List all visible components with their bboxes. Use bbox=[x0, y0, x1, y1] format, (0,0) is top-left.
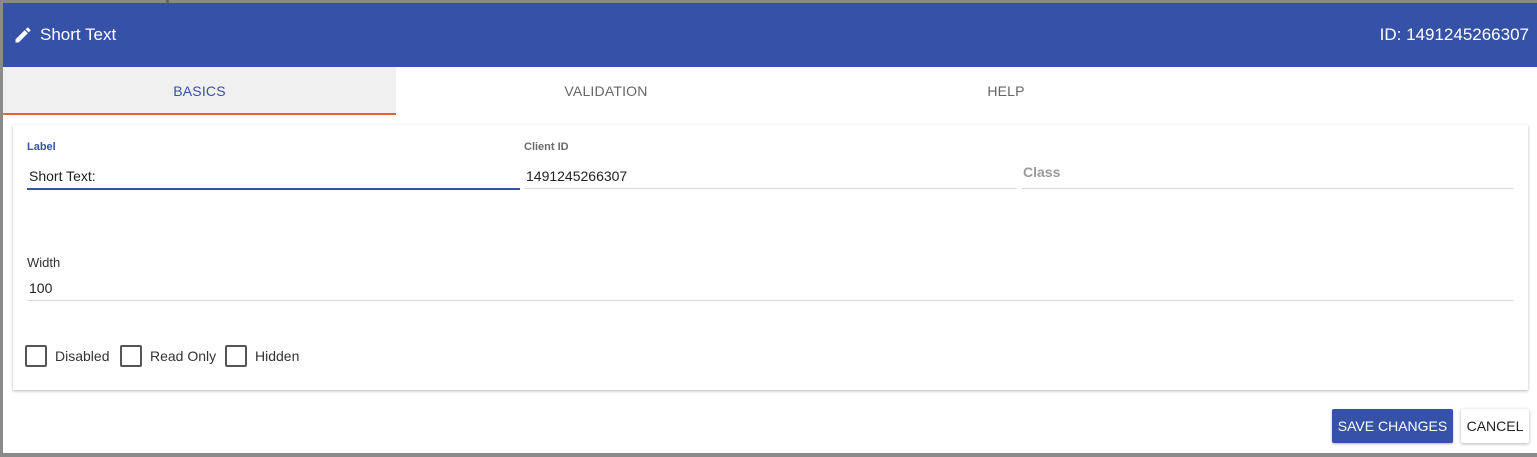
width-input[interactable] bbox=[27, 277, 1514, 299]
tab-basics[interactable]: BASICS bbox=[3, 67, 396, 115]
hidden-label: Hidden bbox=[255, 348, 300, 364]
save-changes-button[interactable]: SAVE CHANGES bbox=[1332, 409, 1453, 443]
checkbox-box[interactable] bbox=[25, 345, 47, 367]
tab-validation[interactable]: VALIDATION bbox=[396, 67, 816, 115]
tab-help[interactable]: HELP bbox=[816, 67, 1196, 115]
width-field: Width bbox=[27, 253, 1514, 303]
field-settings-dialog: Short Text ID: 1491245266307 BASICS VALI… bbox=[3, 3, 1537, 453]
element-id-label: ID: 1491245266307 bbox=[1379, 25, 1529, 44]
width-underline bbox=[27, 300, 1514, 301]
label-field: Label bbox=[27, 139, 520, 191]
class-field bbox=[1021, 139, 1514, 191]
label-field-label: Label bbox=[27, 141, 56, 153]
width-label: Width bbox=[27, 255, 61, 270]
pencil-icon bbox=[15, 27, 31, 43]
label-input[interactable] bbox=[27, 165, 520, 187]
client-id-input[interactable] bbox=[524, 165, 1017, 187]
cancel-button[interactable]: CANCEL bbox=[1461, 409, 1529, 443]
checkbox-box[interactable] bbox=[225, 345, 247, 367]
client-id-label: Client ID bbox=[524, 141, 569, 153]
client-id-underline bbox=[524, 188, 1017, 189]
tab-bar: BASICS VALIDATION HELP bbox=[3, 67, 1537, 115]
client-id-field: Client ID bbox=[524, 139, 1017, 191]
dialog-title: Short Text bbox=[40, 25, 117, 44]
class-input[interactable] bbox=[1021, 161, 1514, 183]
class-underline bbox=[1021, 188, 1514, 189]
basics-panel: Label Client ID Width Disabled Re bbox=[13, 125, 1528, 390]
dialog-header: Short Text ID: 1491245266307 bbox=[3, 3, 1537, 67]
disabled-label: Disabled bbox=[55, 348, 110, 364]
read-only-checkbox[interactable]: Read Only bbox=[120, 345, 220, 367]
label-underline bbox=[27, 188, 520, 190]
checkbox-box[interactable] bbox=[120, 345, 142, 367]
hidden-checkbox[interactable]: Hidden bbox=[225, 345, 305, 367]
read-only-label: Read Only bbox=[150, 348, 217, 364]
disabled-checkbox[interactable]: Disabled bbox=[25, 345, 115, 367]
